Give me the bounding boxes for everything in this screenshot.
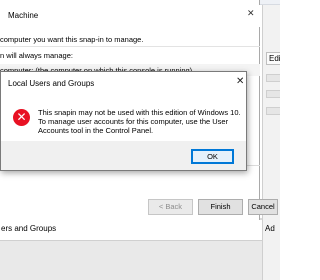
message-line-2: To manage user accounts for this compute… xyxy=(38,117,229,135)
background-right-row xyxy=(266,90,280,98)
message-line-1: This snapin may not be used with this ed… xyxy=(38,108,241,117)
message-box-close-icon[interactable]: ✕ xyxy=(236,77,244,87)
background-right-panel xyxy=(262,5,280,280)
wizard-title: Machine xyxy=(8,11,39,20)
message-box-text: This snapin may not be used with this ed… xyxy=(38,108,248,135)
message-box-title: Local Users and Groups xyxy=(8,79,95,88)
wizard-instruction: computer you want this snap-in to manage… xyxy=(0,35,144,44)
back-button[interactable]: < Back xyxy=(148,199,193,215)
background-list-item[interactable]: ers and Groups xyxy=(1,224,56,233)
background-edit-label: Edi xyxy=(269,54,281,63)
ok-button[interactable]: OK xyxy=(191,149,234,164)
background-bottom-area xyxy=(0,240,262,280)
finish-button[interactable]: Finish xyxy=(198,199,243,215)
wizard-titlebar xyxy=(0,5,260,27)
background-edit-button[interactable]: Edi xyxy=(266,52,281,65)
wizard-manage-label: n will always manage: xyxy=(0,51,73,60)
cancel-button[interactable]: Cancel xyxy=(248,199,278,215)
background-right-row xyxy=(266,74,280,82)
error-icon: ✕ xyxy=(13,109,30,126)
wizard-close-icon[interactable]: ✕ xyxy=(247,9,255,18)
background-right-row xyxy=(266,107,280,115)
background-add-label[interactable]: Ad xyxy=(265,224,275,233)
wizard-divider xyxy=(0,46,260,47)
